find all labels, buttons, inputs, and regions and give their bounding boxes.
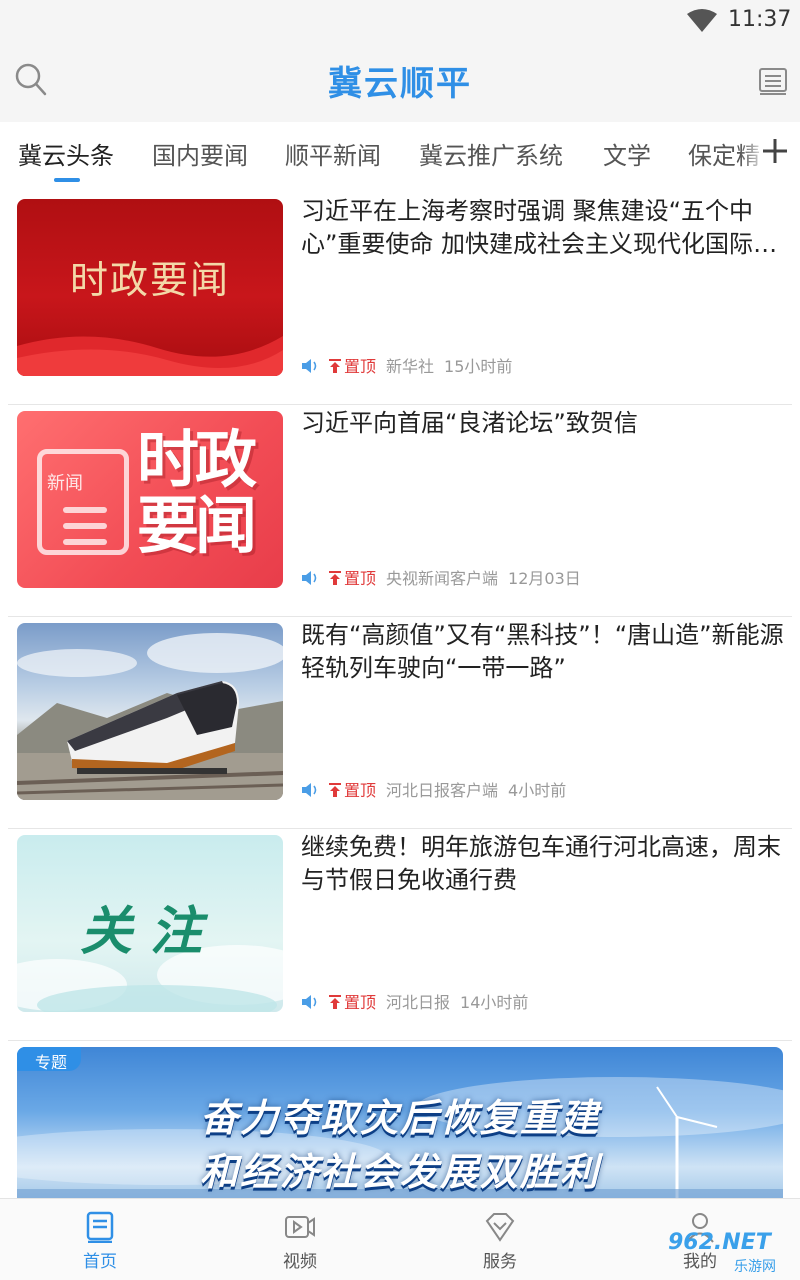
message-list-icon[interactable] [758,66,788,96]
wifi-icon [687,9,717,32]
thumbnail-text: 关注 [79,902,220,962]
service-icon [485,1213,515,1242]
news-time: 4小时前 [508,781,567,800]
pin-top-icon [329,359,341,373]
status-bar: 11:37 [0,0,800,40]
news-meta: 置顶 河北日报 14小时前 [301,989,529,1012]
thumbnail-text: 时政要闻 [69,258,230,302]
pinned-badge: 置顶 [329,781,376,800]
speaker-icon[interactable] [301,994,319,1010]
news-thumbnail-train-photo [17,623,283,800]
nav-video-label: 视频 [283,1252,317,1272]
thumbnail-text-line1: 时政 [137,423,257,496]
nav-home-label: 首页 [83,1252,117,1272]
news-thumbnail: 时政要闻 [17,199,283,376]
speaker-icon[interactable] [301,570,319,586]
news-source: 河北日报 [386,993,451,1012]
thumbnail-text: 时政要闻 [137,427,277,559]
news-meta: 置顶 河北日报客户端 4小时前 [301,777,567,800]
channel-tabs: 冀云头条 国内要闻 顺平新闻 冀云推广系统 文学 保定精 [0,122,800,184]
train-photo [17,633,283,800]
tab-shunping-news[interactable]: 顺平新闻 [285,136,381,171]
news-meta: 置顶 新华社 15小时前 [301,353,513,376]
news-title[interactable]: 继续免费！明年旅游包车通行河北高速，周末与节假日免收通行费 [301,831,787,897]
tab-domestic-news[interactable]: 国内要闻 [152,136,248,171]
news-time: 15小时前 [444,357,513,376]
doc-line [63,539,107,545]
nav-service-label: 服务 [483,1252,517,1272]
pin-top-icon [329,571,341,585]
news-item[interactable]: 时政要闻 习近平在上海考察时强调 聚焦建设“五个中心”重要使命 加快建成社会主义… [8,193,792,405]
news-title[interactable]: 既有“高颜值”又有“黑科技”！“唐山造”新能源轻轨列车驶向“一带一路” [301,619,787,685]
news-item[interactable]: 既有“高颜值”又有“黑科技”！“唐山造”新能源轻轨列车驶向“一带一路” 置顶 河北… [8,617,792,829]
red-ribbon-graphic [17,336,283,376]
add-channel-icon[interactable] [760,136,790,166]
pinned-label: 置顶 [344,781,377,800]
pinned-label: 置顶 [344,569,377,588]
news-time: 12月03日 [508,569,581,588]
pinned-badge: 置顶 [329,357,376,376]
app-title: 冀云顺平 [328,64,472,104]
watermark-subtext: 乐游网 [734,1259,776,1275]
news-meta: 置顶 央视新闻客户端 12月03日 [301,565,581,588]
watermark-text: 962.NET [668,1230,771,1255]
nav-video[interactable]: 视频 [200,1199,400,1280]
topic-tag: 专题 [17,1047,82,1072]
news-item[interactable]: 关注 继续免费！明年旅游包车通行河北高速，周末与节假日免收通行费 置顶 河北日报 1… [8,829,792,1041]
pinned-badge: 置顶 [329,993,376,1012]
pin-top-icon [329,783,341,797]
thumbnail-badge: 新闻 [47,473,83,494]
doc-line [63,523,107,529]
speaker-icon[interactable] [301,782,319,798]
pinned-label: 置顶 [344,993,377,1012]
speaker-icon[interactable] [301,358,319,374]
topic-banner[interactable]: 专题 奋力夺取灾后恢复重建 和经济社会发展双胜利 [17,1047,783,1207]
nav-home[interactable]: 首页 [0,1199,200,1280]
pinned-badge: 置顶 [329,569,376,588]
app-header: 冀云顺平 [0,40,800,122]
news-time: 14小时前 [460,993,529,1012]
news-title[interactable]: 习近平在上海考察时强调 聚焦建设“五个中心”重要使命 加快建成社会主义现代化国际… [301,195,787,261]
news-thumbnail: 关注 [17,835,283,1012]
news-source: 新华社 [386,357,435,376]
nav-service[interactable]: 服务 [400,1199,600,1280]
pinned-label: 置顶 [344,357,377,376]
tab-jiyun-promotion[interactable]: 冀云推广系统 [419,136,563,171]
home-doc-icon [86,1211,114,1243]
tab-jiyun-headlines[interactable]: 冀云头条 [18,136,114,171]
status-time: 11:37 [728,7,792,32]
tab-literature[interactable]: 文学 [603,136,651,171]
news-item[interactable]: 新闻 时政 要闻 习近平向首届“良渚论坛”致贺信 置顶 央视新闻客户端 12月03日 [8,405,792,617]
active-tab-indicator [54,178,80,182]
doc-line [63,507,107,513]
video-icon [285,1216,315,1238]
news-source: 河北日报客户端 [386,781,499,800]
news-thumbnail: 新闻 时政 要闻 [17,411,283,588]
banner-title-line1: 奋力夺取灾后恢复重建 [199,1096,600,1140]
thumbnail-text-line2: 要闻 [137,489,257,562]
news-source: 央视新闻客户端 [386,569,499,588]
news-title[interactable]: 习近平向首届“良渚论坛”致贺信 [301,407,787,440]
banner-title-line2: 和经济社会发展双胜利 [199,1150,600,1194]
pin-top-icon [329,995,341,1009]
watermark-logo: 962.NET 乐游网 [664,1228,794,1276]
